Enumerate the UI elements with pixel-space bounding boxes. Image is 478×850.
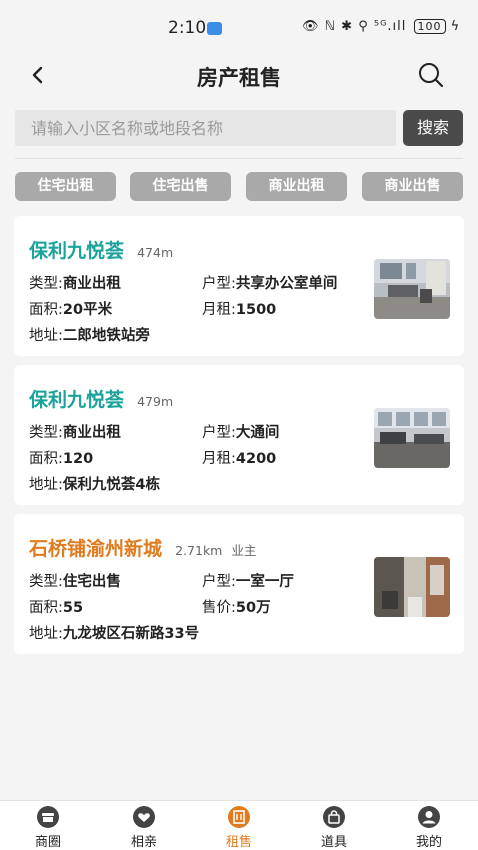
listing-address-value: 保利九悦荟4栋	[62, 477, 160, 493]
listing-layout-label: 户型:	[202, 276, 236, 292]
listing-area-value: 55	[62, 600, 84, 616]
tab-label: 租售	[225, 835, 252, 850]
listing-layout-value: 一室一厅	[235, 574, 294, 590]
tab-props[interactable]: 道具	[299, 805, 369, 850]
listing-type: 类型:商业出租	[29, 421, 121, 442]
tab-rent-sale[interactable]: 租售	[204, 805, 274, 850]
status-indicator-icons: 👁 ℕ ✱ ⚲ ⁵ᴳ.ıll	[302, 19, 407, 34]
listing-address-label: 地址:	[29, 328, 63, 344]
listing-layout-value: 共享办公室单间	[235, 276, 338, 292]
listing-price-label: 售价:	[202, 600, 236, 616]
listing-price: 月租:4200	[202, 447, 276, 468]
tab-label: 我的	[415, 835, 442, 850]
search-row: 搜索	[0, 110, 478, 148]
building-icon	[228, 806, 250, 828]
listing-address: 地址:二郎地铁站旁	[29, 324, 150, 345]
status-bar: 2:10 👁 ℕ ✱ ⚲ ⁵ᴳ.ıll 100 ϟ	[0, 0, 478, 56]
tab-shop[interactable]: 商圈	[13, 805, 83, 850]
tab-label: 商圈	[34, 835, 61, 850]
listing-type: 类型:商业出租	[29, 272, 121, 293]
listing-layout: 户型:大通间	[202, 421, 279, 442]
listing-address: 地址:保利九悦荟4栋	[29, 473, 160, 494]
bottom-tab-bar: 商圈 相亲 租售 道具 我的	[0, 800, 478, 850]
listing-address-value: 九龙坡区石新路33号	[62, 626, 200, 642]
listing-title: 石桥铺渝州新城	[29, 538, 163, 560]
listing-address-label: 地址:	[29, 477, 63, 493]
listing-area-label: 面积:	[29, 451, 63, 467]
listing-layout-value: 大通间	[235, 425, 280, 441]
listing-type-label: 类型:	[29, 276, 63, 292]
page-title: 房产租售	[197, 66, 281, 90]
status-icons: 👁 ℕ ✱ ⚲ ⁵ᴳ.ıll 100 ϟ	[302, 19, 460, 34]
listing-area-label: 面积:	[29, 600, 63, 616]
shop-icon	[37, 806, 59, 828]
listing-type: 类型:住宅出售	[29, 570, 121, 591]
listing-price-value: 4200	[235, 451, 277, 467]
filter-chip-commercial-rent[interactable]: 商业出租	[246, 172, 347, 201]
tab-dating[interactable]: 相亲	[109, 805, 179, 850]
nav-bar: 房产租售	[0, 56, 478, 96]
heart-icon	[133, 806, 155, 828]
listing-thumbnail	[374, 259, 450, 319]
search-input[interactable]	[15, 110, 396, 146]
listing-card[interactable]: 石桥铺渝州新城 2.71km 业主 类型:住宅出售 户型:一室一厅 面积:55 …	[14, 514, 464, 654]
listing-area-value: 120	[62, 451, 94, 467]
filter-chip-commercial-sale[interactable]: 商业出售	[362, 172, 463, 201]
listing-address-label: 地址:	[29, 626, 63, 642]
notification-app-icon	[207, 22, 222, 35]
listing-owner-tag: 业主	[231, 543, 257, 558]
listing-price-value: 1500	[235, 302, 277, 318]
charging-icon: ϟ	[450, 19, 461, 34]
listing-price-value: 50万	[235, 600, 271, 616]
listing-type-label: 类型:	[29, 425, 63, 441]
listing-area-label: 面积:	[29, 302, 63, 318]
filter-row: 住宅出租 住宅出售 商业出租 商业出售	[0, 172, 478, 202]
listing-title-row: 保利九悦荟 479m	[29, 385, 173, 412]
listing-price: 售价:50万	[202, 596, 271, 617]
listing-area: 面积:120	[29, 447, 93, 468]
listing-distance: 2.71km	[175, 543, 223, 558]
listing-address: 地址:九龙坡区石新路33号	[29, 622, 199, 643]
listing-thumbnail	[374, 408, 450, 468]
search-submit-button[interactable]: 搜索	[403, 110, 463, 146]
listing-layout: 户型:一室一厅	[202, 570, 294, 591]
tab-label: 道具	[320, 835, 347, 850]
divider	[15, 158, 463, 159]
listing-price-label: 月租:	[202, 302, 236, 318]
listing-card[interactable]: 保利九悦荟 474m 类型:商业出租 户型:共享办公室单间 面积:20平米 月租…	[14, 216, 464, 356]
battery-icon: 100	[413, 19, 446, 34]
listing-price: 月租:1500	[202, 298, 276, 319]
bag-icon	[323, 806, 345, 828]
listing-area: 面积:55	[29, 596, 83, 617]
listing-distance: 474m	[137, 245, 174, 260]
listing-layout: 户型:共享办公室单间	[202, 272, 337, 293]
status-time: 2:10	[168, 18, 207, 38]
listing-type-label: 类型:	[29, 574, 63, 590]
listing-layout-label: 户型:	[202, 425, 236, 441]
listing-layout-label: 户型:	[202, 574, 236, 590]
listing-title: 保利九悦荟	[29, 240, 125, 262]
listing-area: 面积:20平米	[29, 298, 112, 319]
listing-area-value: 20平米	[62, 302, 113, 318]
listing-thumbnail	[374, 557, 450, 617]
search-icon	[419, 63, 444, 88]
listing-type-value: 商业出租	[62, 425, 121, 441]
filter-chip-residential-rent[interactable]: 住宅出租	[15, 172, 116, 201]
user-icon	[418, 806, 440, 828]
listing-title-row: 石桥铺渝州新城 2.71km 业主	[29, 534, 256, 561]
listing-type-value: 商业出租	[62, 276, 121, 292]
listing-card[interactable]: 保利九悦荟 479m 类型:商业出租 户型:大通间 面积:120 月租:4200…	[14, 365, 464, 505]
search-button[interactable]	[416, 60, 446, 90]
listing-address-value: 二郎地铁站旁	[62, 328, 150, 344]
tab-label: 相亲	[130, 835, 157, 850]
listing-title-row: 保利九悦荟 474m	[29, 236, 173, 263]
listing-distance: 479m	[137, 394, 174, 409]
listing-price-label: 月租:	[202, 451, 236, 467]
filter-chip-residential-sale[interactable]: 住宅出售	[130, 172, 231, 201]
listing-type-value: 住宅出售	[62, 574, 121, 590]
listing-title: 保利九悦荟	[29, 389, 125, 411]
tab-profile[interactable]: 我的	[394, 805, 464, 850]
